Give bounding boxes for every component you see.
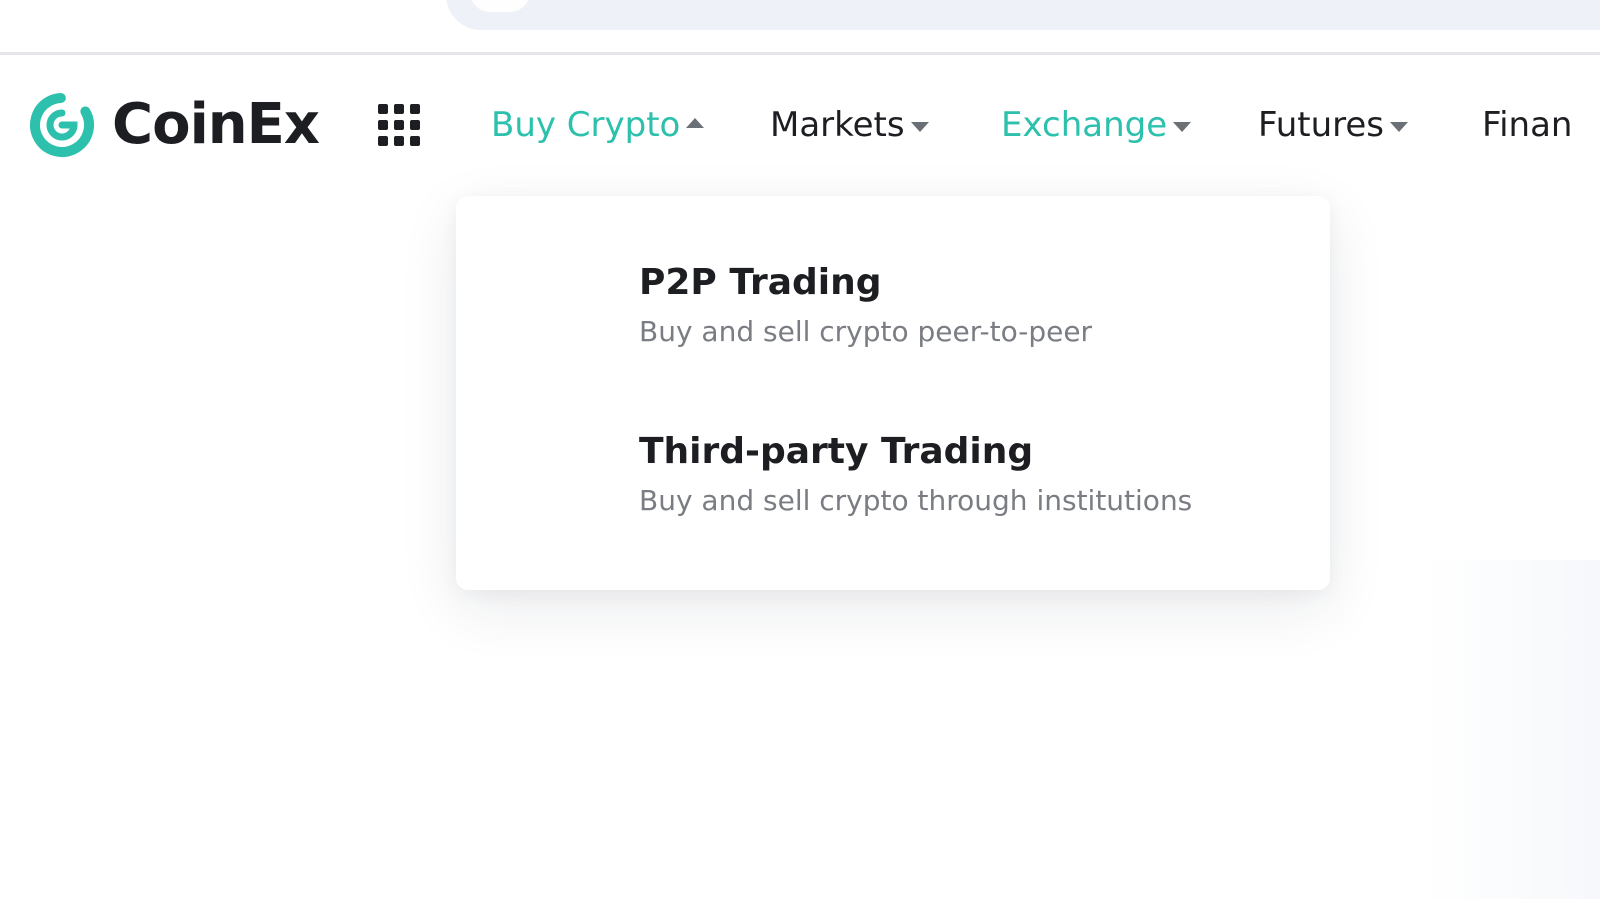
background-shade	[1420, 560, 1600, 899]
logo-wordmark: CoinEx	[112, 92, 320, 157]
menu-option-third-party-trading[interactable]: Third-party Trading Buy and sell crypto …	[639, 429, 1279, 519]
nav-finance[interactable]: Finan	[1482, 103, 1572, 147]
page: CoinEx Buy Crypto Markets Exchange Futur…	[0, 0, 1600, 899]
site-header: CoinEx Buy Crypto Markets Exchange Futur…	[0, 55, 1600, 195]
coinex-logo[interactable]: CoinEx	[28, 90, 320, 160]
browser-address-bar[interactable]	[446, 0, 1600, 30]
nav-buy-crypto-label: Buy Crypto	[491, 105, 681, 145]
coinex-logo-icon	[30, 93, 94, 157]
grid-apps-icon[interactable]	[378, 104, 420, 146]
nav-markets[interactable]: Markets	[770, 103, 929, 147]
menu-option-description: Buy and sell crypto through institutions	[639, 484, 1193, 517]
nav-futures-label: Futures	[1258, 105, 1384, 145]
browser-top-strip	[0, 0, 1600, 55]
chevron-up-icon	[686, 118, 705, 128]
nav-futures[interactable]: Futures	[1258, 103, 1408, 147]
chevron-down-icon	[1390, 122, 1408, 132]
nav-exchange-label: Exchange	[1001, 105, 1168, 145]
menu-option-title: Third-party Trading	[639, 431, 1034, 472]
menu-option-title: P2P Trading	[639, 262, 882, 303]
chevron-down-icon	[910, 122, 929, 132]
nav-finance-label: Finan	[1482, 105, 1573, 145]
nav-markets-label: Markets	[770, 105, 905, 145]
menu-option-p2p-trading[interactable]: P2P Trading Buy and sell crypto peer-to-…	[639, 260, 1279, 350]
nav-buy-crypto[interactable]: Buy Crypto	[491, 103, 705, 147]
chevron-down-icon	[1173, 122, 1192, 132]
buy-crypto-dropdown: P2P Trading Buy and sell crypto peer-to-…	[456, 196, 1330, 590]
nav-exchange[interactable]: Exchange	[1001, 103, 1192, 147]
menu-option-description: Buy and sell crypto peer-to-peer	[639, 315, 1093, 348]
